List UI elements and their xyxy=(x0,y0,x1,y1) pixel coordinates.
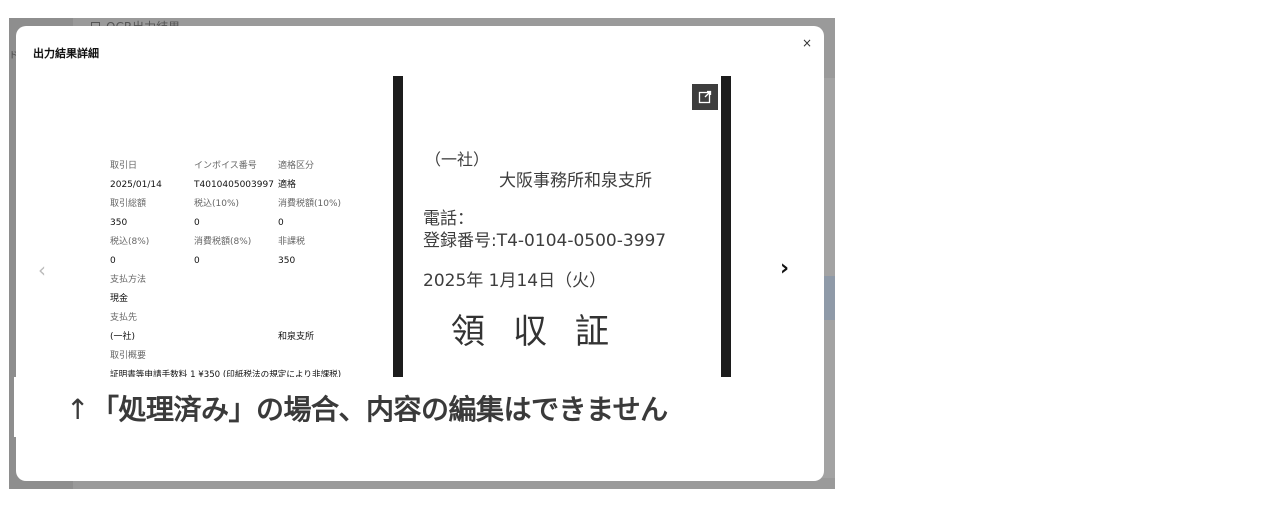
close-button[interactable]: × xyxy=(802,36,812,50)
nontax-label: 非課税 xyxy=(278,237,306,247)
receipt-image: （一社） 大阪事務所和泉支所 電話： 登録番号:T4-0104-0500-399… xyxy=(393,76,731,403)
eligibility-value: 適格 xyxy=(278,180,297,190)
tax8-value: 0 xyxy=(110,256,116,266)
consumption-tax10-label: 消費税額(10%) xyxy=(278,199,342,209)
payment-method-value: 現金 xyxy=(110,294,129,304)
receipt-line-org-type: （一社） xyxy=(425,150,490,169)
nontax-value: 350 xyxy=(278,256,296,266)
receipt-line-date: 2025年 1月14日（火） xyxy=(423,271,607,291)
receipt-line-org-name: 大阪事務所和泉支所 xyxy=(499,171,652,191)
consumption-tax8-label: 消費税額(8%) xyxy=(194,237,252,247)
eligibility-label: 適格区分 xyxy=(278,161,315,171)
consumption-tax8-value: 0 xyxy=(194,256,200,266)
annotation-text: ↑「処理済み」の場合、内容の編集はできません xyxy=(66,388,668,428)
annotation-message: 「処理済み」の場合、内容の編集はできません xyxy=(90,393,668,426)
annotation-caption: ↑「処理済み」の場合、内容の編集はできません xyxy=(14,377,822,437)
payee-label: 支払先 xyxy=(110,313,138,323)
next-arrow-icon[interactable]: › xyxy=(780,256,789,281)
previous-arrow-icon[interactable]: ‹ xyxy=(38,258,46,282)
total-amount-value: 350 xyxy=(110,218,128,228)
transaction-date-value: 2025/01/14 xyxy=(110,180,162,190)
receipt-line-heading: 領収証 xyxy=(451,312,637,352)
detail-fields: 取引日 インボイス番号 適格区分 2025/01/14 T40104050039… xyxy=(110,162,380,390)
transaction-date-label: 取引日 xyxy=(110,161,138,171)
receipt-line-registration: 登録番号:T4-0104-0500-3997 xyxy=(423,231,667,251)
tax10-value: 0 xyxy=(194,218,200,228)
modal-title: 出力結果詳細 xyxy=(33,47,99,60)
external-link-icon[interactable] xyxy=(692,84,718,110)
invoice-number-value: T4010405003997 xyxy=(194,180,274,190)
payee-value-suffix: 和泉支所 xyxy=(278,332,315,342)
total-amount-label: 取引総額 xyxy=(110,199,147,209)
summary-label: 取引概要 xyxy=(110,351,147,361)
payment-method-label: 支払方法 xyxy=(110,275,147,285)
up-arrow-icon: ↑ xyxy=(66,393,89,426)
consumption-tax10-value: 0 xyxy=(278,218,284,228)
invoice-number-label: インボイス番号 xyxy=(194,161,257,171)
tax8-label: 税込(8%) xyxy=(110,237,150,247)
payee-value-prefix: (一社) xyxy=(110,332,136,342)
tax10-label: 税込(10%) xyxy=(194,199,240,209)
